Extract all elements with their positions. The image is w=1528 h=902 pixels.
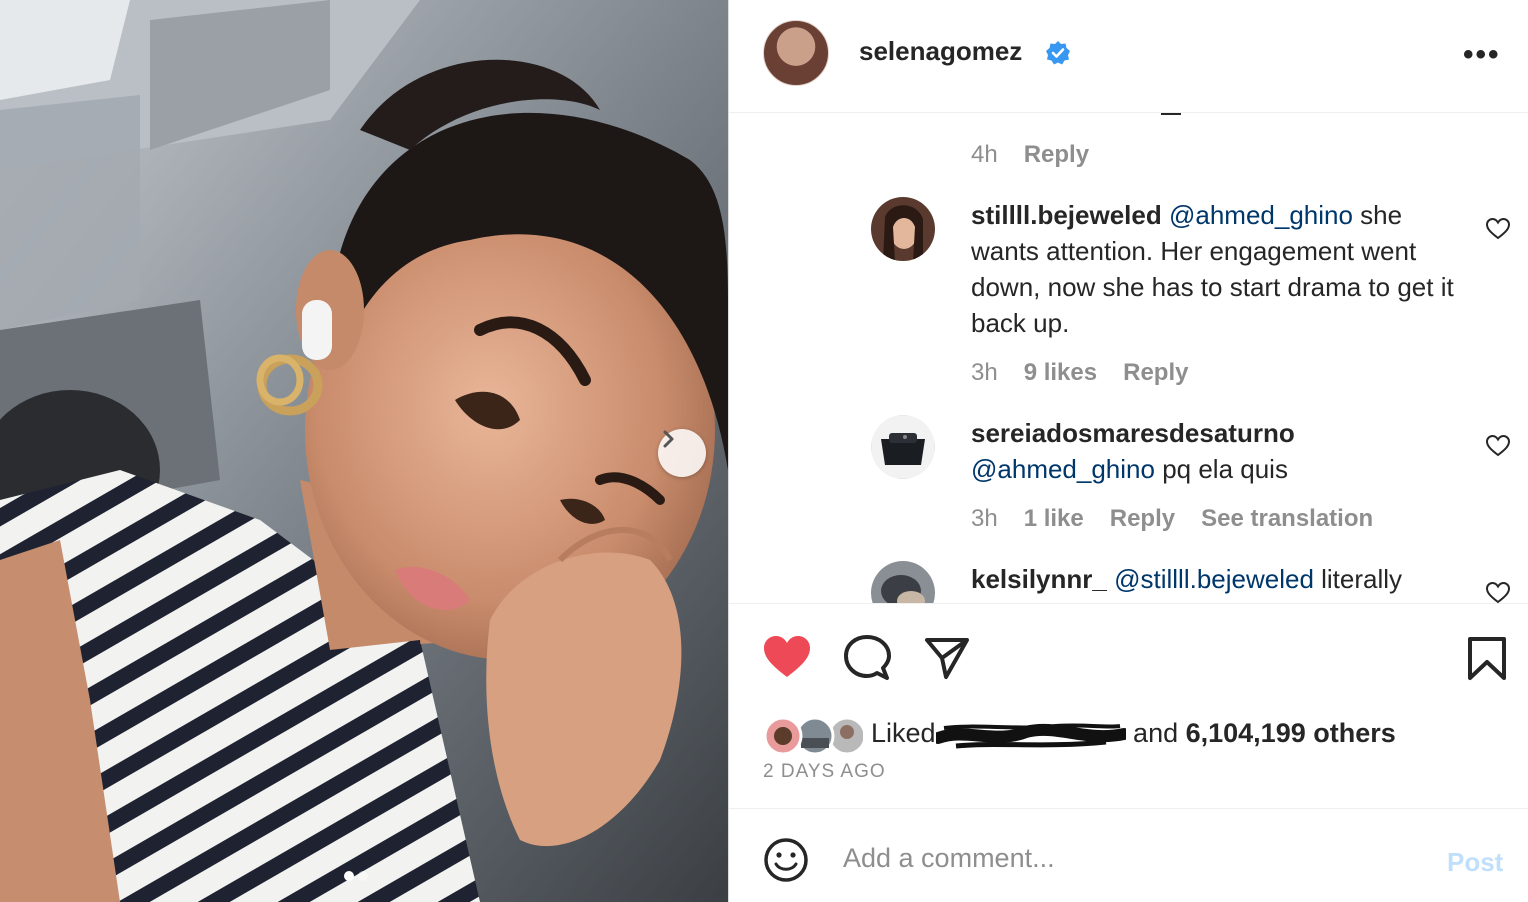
heart-icon[interactable] bbox=[1485, 434, 1511, 458]
comment-time: 3h bbox=[971, 505, 998, 532]
reply-button[interactable]: Reply bbox=[1110, 505, 1175, 533]
post-date: 2 DAYS AGO bbox=[763, 761, 886, 782]
post-comment-button[interactable]: Post bbox=[1447, 847, 1503, 878]
redacted-username bbox=[935, 723, 1126, 749]
comment-meta: 3h 9 likes Reply bbox=[971, 359, 1188, 387]
comment-time: 4h bbox=[971, 141, 998, 168]
comment-likes[interactable]: 1 like bbox=[1024, 505, 1084, 533]
comment-time: 3h bbox=[971, 359, 998, 386]
slide-dot-active bbox=[344, 871, 354, 881]
reply-button[interactable]: Reply bbox=[1123, 359, 1188, 387]
comment-username[interactable]: kelsilynnr_ bbox=[971, 564, 1107, 594]
commenter-avatar-image bbox=[871, 415, 935, 479]
comment-meta: 3h 1 like Reply See translation bbox=[971, 505, 1373, 533]
chevron-right-icon bbox=[663, 430, 674, 448]
author-username[interactable]: selenagomez bbox=[859, 36, 1022, 67]
heart-icon[interactable] bbox=[1485, 581, 1511, 603]
comment-text: pq ela quis bbox=[1154, 454, 1288, 484]
comment-icon[interactable] bbox=[843, 634, 891, 682]
comment-text: literally bbox=[1313, 564, 1403, 594]
post-header: selenagomez ••• bbox=[729, 0, 1528, 113]
comment-mention[interactable]: @ahmed_ghino bbox=[1169, 200, 1353, 230]
comment-composer: Post bbox=[729, 808, 1528, 902]
photo-illustration bbox=[0, 0, 728, 902]
liked-joiner: and bbox=[1125, 718, 1186, 748]
liked-by-text: Liked and 6,104,199 others bbox=[871, 718, 1396, 750]
post-actions: Liked and 6,104,199 others 2 DAYS AGO bbox=[729, 603, 1528, 808]
commenter-avatar[interactable] bbox=[871, 415, 935, 479]
comment-body: stillll.bejeweled @ahmed_ghino she wants… bbox=[971, 197, 1461, 341]
author-avatar[interactable] bbox=[763, 20, 829, 86]
slide-indicator bbox=[344, 871, 368, 881]
comments-list: 4h Reply stillll.bejeweled @ahmed_ghino … bbox=[729, 113, 1528, 603]
liked-by-avatars[interactable] bbox=[763, 716, 863, 756]
liked-prefix: Liked bbox=[871, 718, 936, 748]
post-photo[interactable] bbox=[0, 0, 728, 902]
heart-icon[interactable] bbox=[1485, 217, 1511, 241]
more-options-button[interactable]: ••• bbox=[1463, 38, 1501, 72]
likes-count[interactable]: 6,104,199 others bbox=[1186, 718, 1396, 748]
comment-likes[interactable]: 9 likes bbox=[1024, 359, 1097, 387]
slide-dot bbox=[358, 871, 368, 881]
see-translation-button[interactable]: See translation bbox=[1201, 505, 1373, 533]
comment-body: sereiadosmaresdesaturno @ahmed_ghino pq … bbox=[971, 415, 1461, 487]
verified-badge-icon bbox=[1046, 41, 1070, 65]
comment-input[interactable] bbox=[841, 837, 1405, 879]
commenter-avatar[interactable] bbox=[871, 197, 935, 261]
heart-icon[interactable] bbox=[762, 634, 812, 680]
commenter-avatar[interactable] bbox=[871, 561, 935, 603]
cut-off-comment-text bbox=[1161, 113, 1181, 115]
comment-username[interactable]: sereiadosmaresdesaturno bbox=[971, 418, 1295, 448]
comment-mention[interactable]: @ahmed_ghino bbox=[971, 454, 1155, 484]
comment-meta: 4h Reply bbox=[971, 141, 1089, 169]
commenter-avatar-image bbox=[871, 197, 935, 261]
comment-username[interactable]: stillll.bejeweled bbox=[971, 200, 1162, 230]
share-icon[interactable] bbox=[924, 636, 970, 680]
bookmark-icon[interactable] bbox=[1467, 636, 1507, 682]
emoji-icon[interactable] bbox=[763, 837, 809, 883]
comment-mention[interactable]: @stillll.bejeweled bbox=[1114, 564, 1314, 594]
post-details-panel: selenagomez ••• 4h Reply stillll.bejewel… bbox=[728, 0, 1528, 902]
reply-button[interactable]: Reply bbox=[1024, 141, 1089, 169]
comment-body: kelsilynnr_ @stillll.bejeweled literally bbox=[971, 561, 1461, 597]
commenter-avatar-image bbox=[871, 561, 935, 603]
next-slide-button[interactable] bbox=[658, 429, 706, 477]
